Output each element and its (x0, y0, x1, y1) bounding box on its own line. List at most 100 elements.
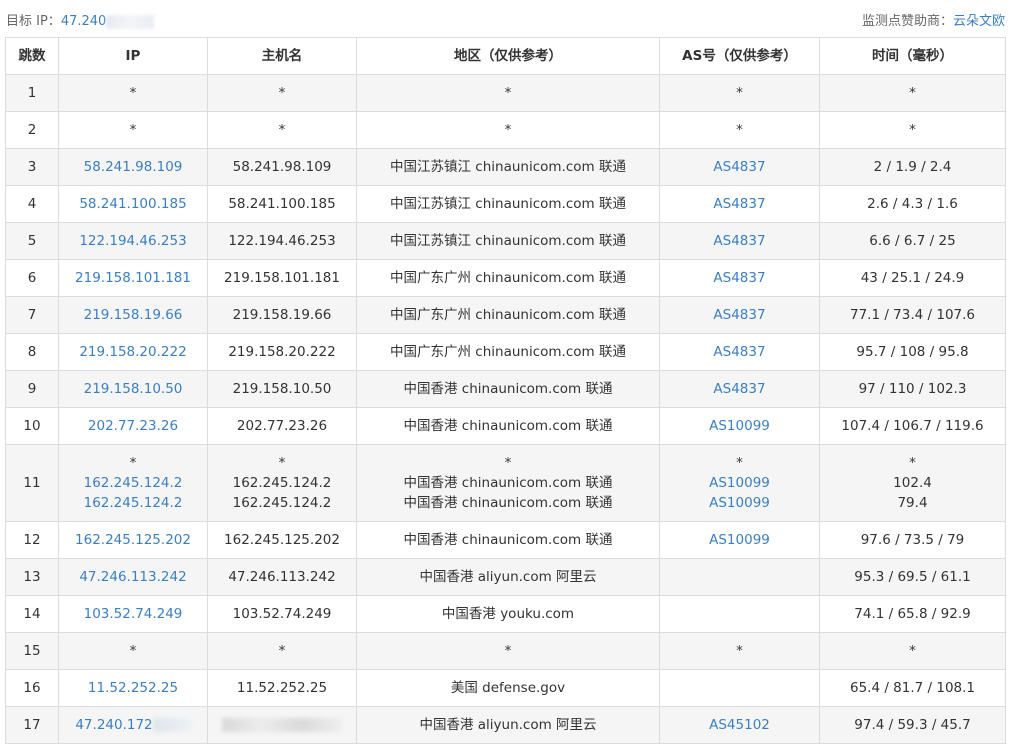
ip-cell: * 162.245.124.2 162.245.124.2 (58, 444, 208, 522)
ip-value[interactable]: 58.241.98.109 (59, 157, 207, 177)
as-cell (659, 595, 820, 633)
ip-cell: 103.52.74.249 (58, 595, 208, 633)
host-cell: 219.158.19.66 (207, 296, 357, 334)
target-info: 目标 IP：47.240 (6, 10, 155, 29)
as-value[interactable]: AS10099 (660, 473, 819, 493)
region-cell: 中国香港 chinaunicom.com 联通 (356, 521, 660, 559)
hop-cell: 14 (5, 595, 59, 633)
region-cell: 中国香港 chinaunicom.com 联通 (356, 407, 660, 445)
table-row: 10 202.77.23.26 202.77.23.26 中国香港 chinaunic… (5, 407, 1006, 445)
host-value: * (278, 122, 286, 138)
ip-cell: * (58, 632, 208, 670)
sponsor-link[interactable]: 云朵文欧 (953, 14, 1005, 29)
time-value: 95.7 / 108 / 95.8 (856, 344, 969, 360)
as-value[interactable]: AS10099 (660, 530, 819, 550)
ip-cell: 219.158.20.222 (58, 333, 208, 371)
as-value[interactable]: AS10099 (660, 493, 819, 513)
col-header-as: AS号（仅供参考） (659, 37, 820, 75)
region-cell: 中国江苏镇江 chinaunicom.com 联通 (356, 222, 660, 260)
ip-value[interactable]: 219.158.20.222 (59, 342, 207, 362)
ip-value[interactable]: 47.240.172 (75, 717, 152, 733)
as-value[interactable]: AS4837 (660, 194, 819, 214)
ip-value[interactable]: 11.52.252.25 (59, 678, 207, 698)
ip-value: * (129, 643, 137, 659)
time-cell: 6.6 / 6.7 / 25 (819, 222, 1006, 260)
as-cell: AS10099 (659, 521, 820, 559)
region-cell: 中国江苏镇江 chinaunicom.com 联通 (356, 185, 660, 223)
host-value: 162.245.124.2 (232, 495, 332, 511)
ip-value[interactable]: 219.158.19.66 (59, 305, 207, 325)
table-row: 9 219.158.10.50 219.158.10.50 中国香港 chinauni… (5, 370, 1006, 408)
host-cell: 219.158.101.181 (207, 259, 357, 297)
time-cell: 65.4 / 81.7 / 108.1 (819, 669, 1006, 707)
region-value: 中国香港 youku.com (441, 606, 575, 622)
ip-value[interactable]: 219.158.101.181 (59, 268, 207, 288)
time-value: 65.4 / 81.7 / 108.1 (849, 680, 976, 696)
as-value[interactable]: AS4837 (660, 268, 819, 288)
region-cell: 中国江苏镇江 chinaunicom.com 联通 (356, 148, 660, 186)
table-row: 1 * * * * * (5, 74, 1006, 112)
table-row: 5 122.194.46.253 122.194.46.253 中国江苏镇江 chin… (5, 222, 1006, 260)
as-value[interactable]: AS10099 (660, 416, 819, 436)
ip-value[interactable]: 58.241.100.185 (59, 194, 207, 214)
host-value: 58.241.98.109 (232, 159, 332, 175)
host-cell: 58.241.98.109 (207, 148, 357, 186)
host-value: 162.245.124.2 (232, 475, 332, 491)
host-value: 219.158.101.181 (224, 270, 340, 286)
time-cell: 77.1 / 73.4 / 107.6 (819, 296, 1006, 334)
region-value: 中国江苏镇江 chinaunicom.com 联通 (390, 196, 626, 212)
ip-cell: 11.52.252.25 (58, 669, 208, 707)
region-value: 中国香港 chinaunicom.com 联通 (403, 532, 613, 548)
region-value: 中国香港 chinaunicom.com 联通 (403, 381, 613, 397)
table-row: 15 * * * * * (5, 632, 1006, 670)
table-row: 8 219.158.20.222 219.158.20.222 中国广东广州 chin… (5, 333, 1006, 371)
ip-cell: 47.246.113.242 (58, 558, 208, 596)
as-value[interactable]: AS4837 (660, 379, 819, 399)
host-cell: 58.241.100.185 (207, 185, 357, 223)
col-header-hop: 跳数 (5, 37, 59, 75)
time-value: 107.4 / 106.7 / 119.6 (841, 418, 984, 434)
host-value: 103.52.74.249 (232, 606, 332, 622)
hop-cell: 12 (5, 521, 59, 559)
time-value: 77.1 / 73.4 / 107.6 (849, 307, 976, 323)
ip-value[interactable]: 202.77.23.26 (59, 416, 207, 436)
ip-value[interactable]: 162.245.124.2 (59, 493, 207, 513)
col-header-ip: IP (58, 37, 208, 75)
ip-value: * (129, 455, 137, 471)
hop-cell: 3 (5, 148, 59, 186)
as-value[interactable]: AS4837 (660, 231, 819, 251)
as-value[interactable]: AS45102 (660, 715, 819, 735)
as-cell: * (659, 74, 820, 112)
ip-cell: 58.241.100.185 (58, 185, 208, 223)
target-ip-value[interactable]: 47.240 (61, 14, 107, 29)
ip-value[interactable]: 162.245.125.202 (59, 530, 207, 550)
ip-value[interactable]: 103.52.74.249 (59, 604, 207, 624)
ip-cell: 219.158.10.50 (58, 370, 208, 408)
ip-value[interactable]: 47.246.113.242 (59, 567, 207, 587)
hop-cell: 7 (5, 296, 59, 334)
time-value: 97 / 110 / 102.3 (858, 381, 967, 397)
host-value: 162.245.125.202 (224, 532, 340, 548)
as-cell: AS4837 (659, 333, 820, 371)
as-cell: AS4837 (659, 259, 820, 297)
region-cell: 中国广东广州 chinaunicom.com 联通 (356, 333, 660, 371)
as-value[interactable]: AS4837 (660, 157, 819, 177)
hop-cell: 10 (5, 407, 59, 445)
ip-value[interactable]: 122.194.46.253 (59, 231, 207, 251)
as-cell: AS45102 (659, 706, 820, 744)
hop-cell: 15 (5, 632, 59, 670)
table-row: 3 58.241.98.109 58.241.98.109 中国江苏镇江 chinau… (5, 148, 1006, 186)
ip-redaction (152, 718, 191, 732)
time-cell: 97.4 / 59.3 / 45.7 (819, 706, 1006, 744)
ip-value[interactable]: 162.245.124.2 (59, 473, 207, 493)
as-value[interactable]: AS4837 (660, 305, 819, 325)
time-cell: * (819, 632, 1006, 670)
sponsor-info: 监测点赞助商：云朵文欧 (862, 10, 1005, 29)
as-value[interactable]: AS4837 (660, 342, 819, 362)
as-value: * (736, 643, 743, 659)
time-cell: * (819, 74, 1006, 112)
ip-value[interactable]: 219.158.10.50 (59, 379, 207, 399)
table-header-row: 跳数 IP 主机名 地区（仅供参考） AS号（仅供参考） 时间（毫秒） (5, 37, 1006, 75)
region-value: 中国江苏镇江 chinaunicom.com 联通 (390, 159, 626, 175)
ip-value: * (129, 122, 137, 138)
